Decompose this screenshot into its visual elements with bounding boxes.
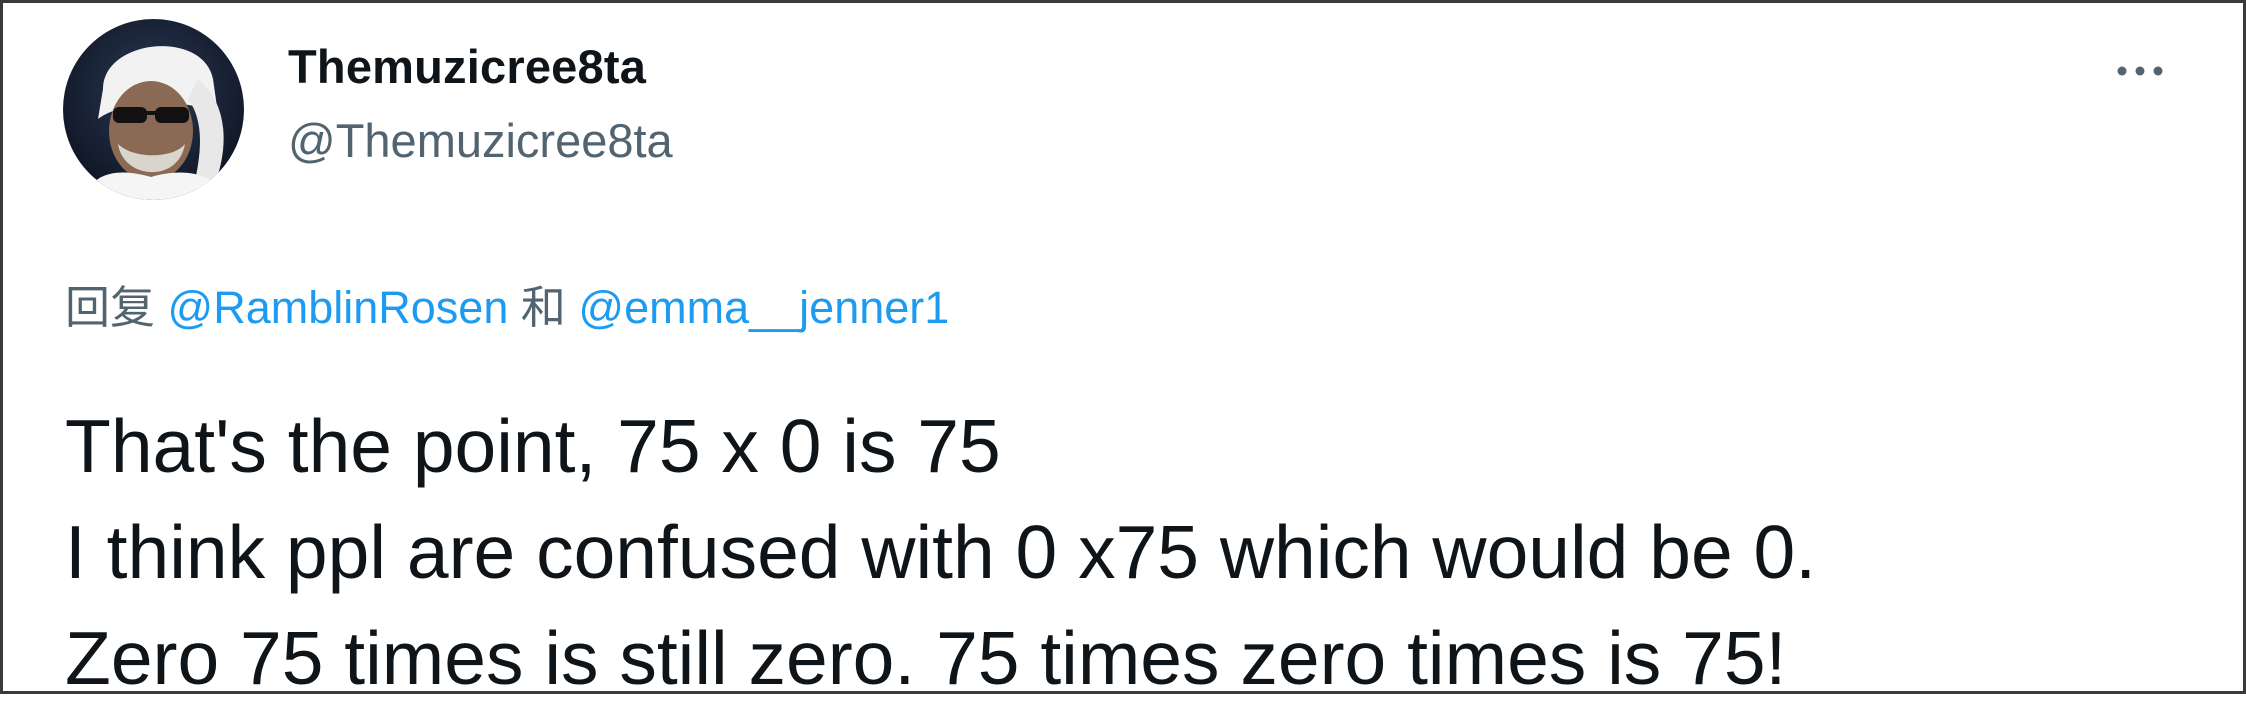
more-options-icon[interactable] [2110,51,2170,91]
avatar-image [63,19,244,200]
tweet-line-1: That's the point, 75 x 0 is 75 [65,404,1001,488]
mention-emma-jenner1[interactable]: @emma__jenner1 [578,282,949,333]
tweet-body: That's the point, 75 x 0 is 75 I think p… [65,393,1816,711]
replying-to-line: 回复 @RamblinRosen 和 @emma__jenner1 [65,271,949,336]
reply-prefix: 回复 [65,282,156,333]
tweet-line-2: I think ppl are confused with 0 x75 whic… [65,510,1817,594]
author-display-name[interactable]: Themuzicree8ta [288,39,646,94]
tweet-line-3: Zero 75 times is still zero. 75 times ze… [65,616,1787,700]
author-avatar[interactable] [63,19,244,200]
mention-ramblinrosen[interactable]: @RamblinRosen [168,282,509,333]
author-handle[interactable]: @Themuzicree8ta [288,113,673,168]
reply-joiner: 和 [520,282,566,333]
tweet-card: Themuzicree8ta @Themuzicree8ta 回复 @Rambl… [0,0,2246,700]
